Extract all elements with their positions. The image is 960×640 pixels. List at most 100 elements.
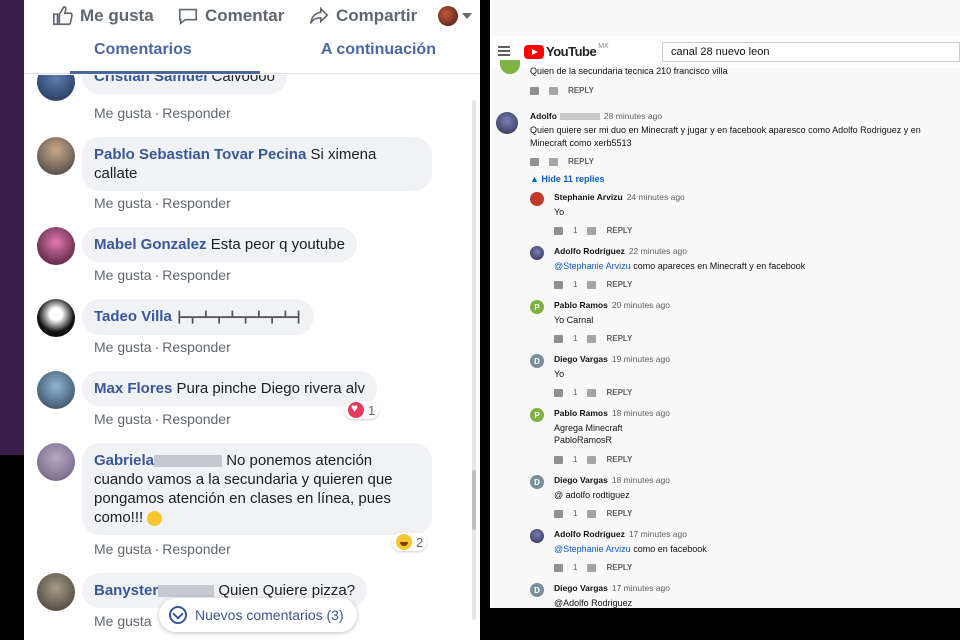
hamburger-menu-icon[interactable] [498,46,510,56]
thumbs-down-icon[interactable] [587,334,597,343]
tab-comments[interactable]: Comentarios [94,41,192,59]
reply-author[interactable]: Stephanie Arvizu 24 minutes ago [554,192,685,202]
thumbs-up-icon[interactable] [554,563,563,572]
like-action-label: Me gusta [80,6,154,25]
redacted-surname [559,113,600,121]
new-comments-button[interactable]: Nuevos comentarios (3) [159,598,357,632]
active-tab-indicator [70,71,260,74]
thumbs-up-icon[interactable] [554,280,563,289]
reply-text: Yo [554,369,565,379]
comment-action-button[interactable]: Comentar [177,5,284,27]
tab-next[interactable]: A continuación [321,41,436,59]
reply-button[interactable]: REPLY [606,509,632,518]
share-arrow-icon [309,6,329,24]
comment-like-link[interactable]: Me gusta [94,105,152,121]
thumbs-up-icon[interactable] [554,388,563,397]
reply-actions: 1 REPLY [554,226,632,235]
caret-down-icon [462,13,472,19]
reply-actions: 1 REPLY [554,334,632,343]
reply-button[interactable]: REPLY [568,86,594,95]
like-action-button[interactable]: Me gusta [52,5,154,27]
thumbs-up-icon[interactable] [554,455,563,464]
reply-button[interactable]: REPLY [606,388,632,397]
reply-actions: 1 REPLY [554,455,632,464]
reaction-summary[interactable]: 1 [344,401,380,419]
comment-like-link[interactable]: Me gusta [94,411,152,427]
share-action-button[interactable]: Compartir [308,5,417,27]
hide-replies-toggle[interactable]: ▲ Hide 11 replies [530,174,604,184]
mention-link[interactable]: @Stephanie Arvizu [554,544,631,554]
comment-bubble: Tadeo Villa ┣━┳━┻━┳━┻━┳━┻━┳━┻━┫ [82,299,314,335]
comment-reply-link[interactable]: Responder [162,339,231,355]
comment-author[interactable]: Mabel Gonzalez [94,236,207,253]
avatar: P [530,408,544,422]
reply-button[interactable]: REPLY [606,280,632,289]
thumbs-down-icon[interactable] [587,563,597,572]
region-code: MX [598,43,609,50]
thumbs-down-icon[interactable] [549,157,558,166]
reaction-summary[interactable]: 2 [392,533,428,551]
comment-like-link[interactable]: Me gusta [94,613,152,629]
reply-actions: 1 REPLY [554,388,632,397]
thumbs-up-icon[interactable] [554,334,563,343]
profile-menu-button[interactable] [438,6,472,26]
comment-reply-link[interactable]: Responder [162,105,231,121]
comment-bubble: Cristian Samuel Calvoooo [82,75,287,94]
comment-author[interactable]: Cristian Samuel [94,75,207,85]
reply-button[interactable]: REPLY [606,334,632,343]
search-input[interactable]: canal 28 nuevo leon [662,42,960,62]
youtube-logo[interactable]: YouTube MX [524,43,609,59]
reply-author[interactable]: Diego Vargas 17 minutes ago [554,583,670,593]
reply-button[interactable]: REPLY [606,455,632,464]
smirk-emoji-icon [147,510,163,526]
comment-author[interactable]: Max Flores [94,380,172,397]
comment-author[interactable]: Pablo Sebastian Tovar Pecina [94,146,306,163]
comment-reply-link[interactable]: Responder [162,411,231,427]
thumbs-up-icon[interactable] [554,509,563,518]
reply-button[interactable]: REPLY [606,563,632,572]
mention-link[interactable]: @Stephanie Arvizu [554,261,631,271]
comment-like-link[interactable]: Me gusta [94,267,152,283]
mention-text[interactable]: @Adolfo Rodriguez [554,598,632,608]
avatar [500,60,520,74]
comment-meta: Me gusta · Responder [94,105,231,121]
thumbs-down-icon[interactable] [587,280,597,289]
comment-text: Quien de la secundaria tecnica 210 franc… [530,66,728,76]
thumbs-down-icon[interactable] [587,509,597,518]
play-logo-icon [524,44,544,59]
thumbs-up-icon[interactable] [530,157,539,166]
scrollbar-track[interactable] [472,100,476,620]
thumbs-down-icon[interactable] [587,388,597,397]
reply-author[interactable]: Pablo Ramos 20 minutes ago [554,300,670,310]
comment-like-link[interactable]: Me gusta [94,195,152,211]
comment-reply-link[interactable]: Responder [162,267,231,283]
reply-actions: 1 REPLY [554,563,632,572]
purple-strip [0,0,24,455]
reply-author[interactable]: Pablo Ramos 18 minutes ago [554,408,670,418]
comment-like-link[interactable]: Me gusta [94,339,152,355]
thumbs-up-icon[interactable] [530,86,539,95]
scrollbar-thumb[interactable] [472,470,476,530]
reply-author[interactable]: Diego Vargas 18 minutes ago [554,475,670,485]
heart-reaction-icon [348,401,364,418]
reply-button[interactable]: REPLY [568,157,594,166]
comment-reply-link[interactable]: Responder [162,195,231,211]
comment-author[interactable]: Banyster [94,582,158,599]
thumbs-up-icon[interactable] [554,226,563,235]
haha-reaction-icon [396,534,412,550]
reply-author[interactable]: Adolfo Rodríguez 22 minutes ago [554,246,687,256]
reply-text: Yo [554,207,565,217]
reply-author[interactable]: Adolfo Rodríguez 17 minutes ago [554,529,687,539]
thumbs-down-icon[interactable] [587,455,597,464]
comment-author[interactable]: Tadeo Villa [94,308,172,325]
avatar: P [530,300,544,314]
reply-button[interactable]: REPLY [606,226,632,235]
comment-like-link[interactable]: Me gusta [94,541,152,557]
comment-reply-link[interactable]: Responder [162,541,231,557]
reply-author[interactable]: Diego Vargas 19 minutes ago [554,354,670,364]
comment-meta: Me gusta · Responder [94,411,231,427]
comment-author[interactable]: Gabriela [94,452,154,469]
thumbs-down-icon[interactable] [587,226,597,235]
comment-author[interactable]: Adolfo 28 minutes ago [530,111,662,121]
thumbs-down-icon[interactable] [549,86,558,95]
